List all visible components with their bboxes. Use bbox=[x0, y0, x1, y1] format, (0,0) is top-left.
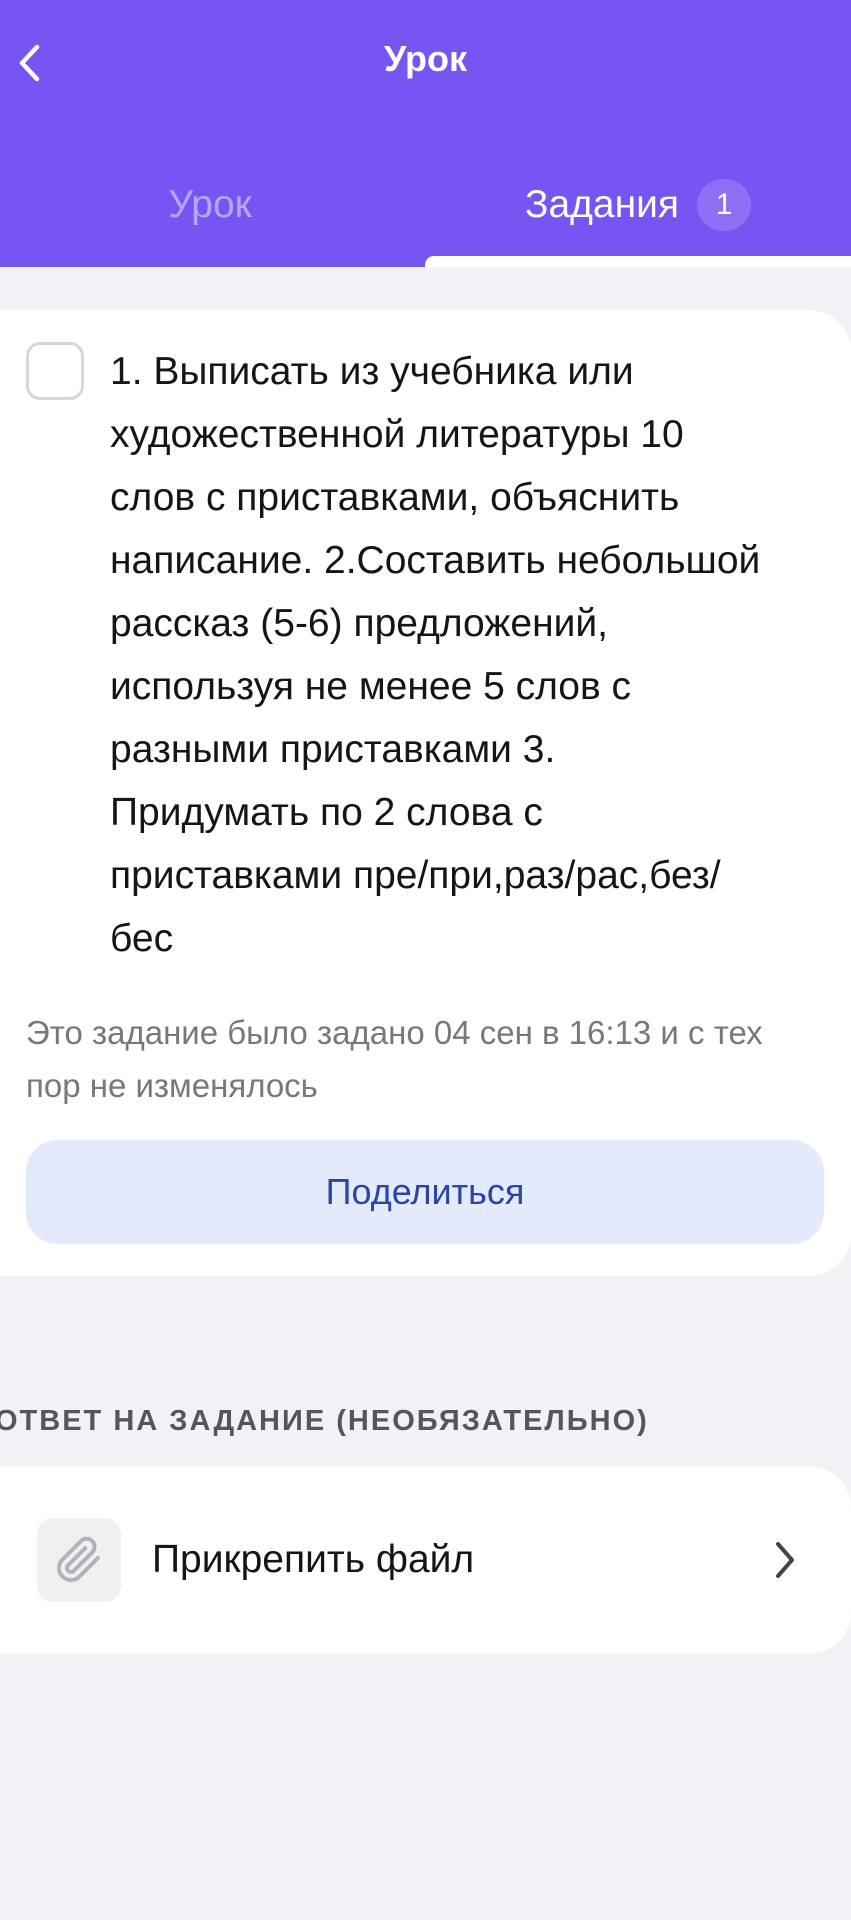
tab-lesson[interactable]: Урок bbox=[0, 170, 420, 240]
answer-section-label: ОТВЕТ НА ЗАДАНИЕ (НЕОБЯЗАТЕЛЬНО) bbox=[0, 1405, 649, 1437]
tab-lesson-label: Урок bbox=[168, 183, 252, 226]
share-button[interactable]: Поделиться bbox=[26, 1140, 824, 1244]
attach-file-row[interactable]: Прикрепить файл bbox=[0, 1466, 851, 1654]
task-complete-checkbox[interactable] bbox=[26, 342, 84, 400]
task-description: 1. Выписать из учебника или художественн… bbox=[110, 350, 761, 960]
app-header: Урок Урок Задания 1 bbox=[0, 0, 851, 267]
tab-tasks[interactable]: Задания 1 bbox=[425, 170, 851, 240]
attach-file-label: Прикрепить файл bbox=[152, 1538, 475, 1581]
attach-icon-container bbox=[37, 1518, 121, 1602]
chevron-right-icon bbox=[770, 1536, 800, 1584]
assigned-date-note: Это задание было задано 04 сен в 16:13 и… bbox=[26, 1014, 763, 1104]
paperclip-icon bbox=[57, 1536, 100, 1582]
page-title: Урок bbox=[383, 38, 468, 79]
tab-tasks-label: Задания bbox=[524, 183, 680, 226]
task-card: 1. Выписать из учебника или художественн… bbox=[0, 310, 851, 1276]
active-tab-indicator bbox=[425, 256, 851, 267]
tasks-count-badge: 1 bbox=[697, 179, 752, 231]
